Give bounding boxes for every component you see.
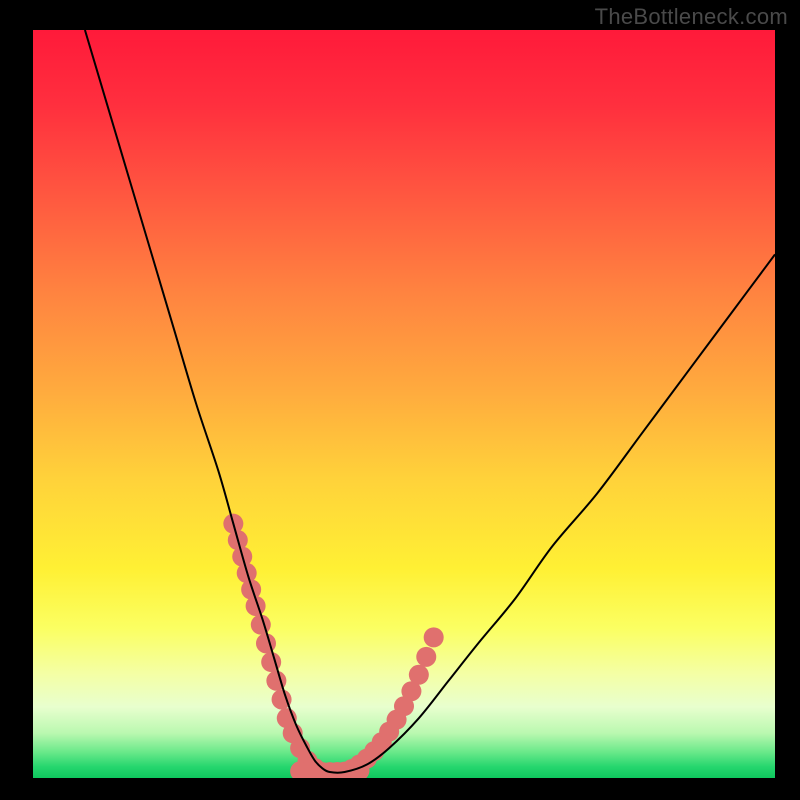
marker-dot xyxy=(416,647,436,667)
marker-dot xyxy=(424,627,444,647)
marker-dot xyxy=(409,665,429,685)
bottleneck-chart xyxy=(0,0,800,800)
marker-dot xyxy=(251,615,271,635)
marker-dot xyxy=(256,633,276,653)
watermark-text: TheBottleneck.com xyxy=(595,4,788,30)
chart-stage: TheBottleneck.com xyxy=(0,0,800,800)
